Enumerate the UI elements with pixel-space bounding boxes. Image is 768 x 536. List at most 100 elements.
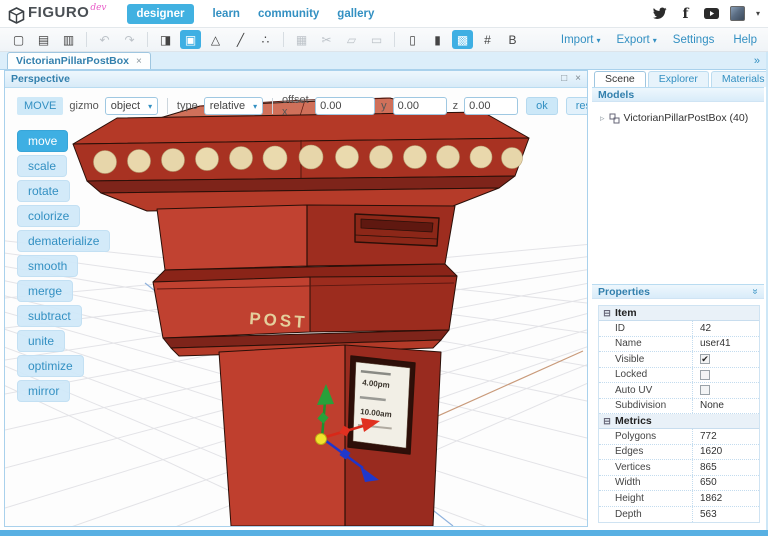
gizmo-select[interactable]: object ▾ xyxy=(105,97,158,115)
chevron-down-icon: ▾ xyxy=(253,102,257,111)
sidebar-collapse-icon[interactable]: » xyxy=(754,55,760,67)
tool-button[interactable]: mirror xyxy=(17,380,70,402)
offset-y-input[interactable] xyxy=(393,97,447,115)
textured-mode-icon[interactable]: ▩ xyxy=(452,30,473,49)
main-toolbar: ▢ ▤ ▥ ↶ ↷ ◨ ▣ △ ╱ ∴ xyxy=(0,27,768,52)
separator[interactable] xyxy=(147,32,148,47)
facebook-icon[interactable]: f xyxy=(678,6,693,21)
solid-mode-icon[interactable]: ▮ xyxy=(427,30,448,49)
new-file-icon[interactable]: ▢ xyxy=(8,30,29,49)
maximize-panel-icon[interactable]: □ xyxy=(561,74,567,84)
property-row: ID42 xyxy=(599,321,759,337)
property-group-header[interactable]: ⊟Item xyxy=(599,306,759,321)
tab-victorianpillarpostbox[interactable]: VictorianPillarPostBox × xyxy=(7,52,151,69)
nav-item[interactable]: designer xyxy=(127,4,195,24)
property-row: Edges1620 xyxy=(599,445,759,461)
tool-button[interactable]: optimize xyxy=(17,355,84,377)
tool-button[interactable]: move xyxy=(17,130,68,152)
property-label: Height xyxy=(599,491,693,506)
offset-y-label: y xyxy=(381,100,387,112)
select-face-icon[interactable]: △ xyxy=(205,30,226,49)
offset-x-input[interactable] xyxy=(315,97,375,115)
paste-icon[interactable]: ▭ xyxy=(366,30,387,49)
property-label: Edges xyxy=(599,445,693,460)
checkbox-unchecked[interactable] xyxy=(700,370,710,380)
twitter-icon[interactable] xyxy=(652,6,667,21)
paint-icon[interactable]: ◨ xyxy=(155,30,176,49)
checkbox-checked[interactable]: ✔ xyxy=(700,354,710,364)
property-value: 563 xyxy=(693,509,759,520)
viewport-canvas[interactable]: POST 4.00pm 10.00am xyxy=(5,88,587,526)
bounds-toggle-icon[interactable]: B xyxy=(502,30,523,49)
collapse-group-icon[interactable]: ⊟ xyxy=(599,416,615,427)
tool-button[interactable]: scale xyxy=(17,155,67,177)
tool-button[interactable]: colorize xyxy=(17,205,80,227)
youtube-icon[interactable] xyxy=(704,6,719,21)
nav-item[interactable]: learn xyxy=(212,8,240,20)
save-copy-icon[interactable]: ▥ xyxy=(58,30,79,49)
separator[interactable] xyxy=(86,32,87,47)
sidebar-tab[interactable]: Explorer xyxy=(648,71,709,87)
nav-item[interactable]: gallery xyxy=(337,8,374,20)
tool-buttons: move scale rotate colorize dematerialize… xyxy=(17,130,110,402)
toolbar-link[interactable]: Import▾ xyxy=(561,34,601,46)
property-label: Depth xyxy=(599,507,693,523)
select-edge-icon[interactable]: ╱ xyxy=(230,30,251,49)
grid-toggle-icon[interactable]: # xyxy=(477,30,498,49)
chevron-down-icon: ▾ xyxy=(148,102,152,111)
tool-button[interactable]: rotate xyxy=(17,180,70,202)
type-select[interactable]: relative ▾ xyxy=(204,97,263,115)
expander-icon[interactable]: ▹ xyxy=(600,113,605,124)
select-object-icon[interactable]: ▣ xyxy=(180,30,201,49)
property-row: Vertices865 xyxy=(599,460,759,476)
select-fill-icon[interactable]: ▦ xyxy=(291,30,312,49)
avatar-caret-icon[interactable]: ▾ xyxy=(756,9,760,18)
collapse-properties-icon[interactable]: » xyxy=(750,289,761,295)
cut-icon[interactable]: ✂ xyxy=(316,30,337,49)
tree-item-postbox[interactable]: ▹ VictorianPillarPostBox (40) xyxy=(600,112,764,124)
tool-button[interactable]: subtract xyxy=(17,305,82,327)
undo-icon[interactable]: ↶ xyxy=(94,30,115,49)
property-label: Width xyxy=(599,476,693,491)
offset-z-input[interactable] xyxy=(464,97,518,115)
nav-item[interactable]: community xyxy=(258,8,319,20)
user-avatar[interactable] xyxy=(730,6,745,21)
toolbar-link[interactable]: Export▾ xyxy=(617,34,657,46)
sidebar-tabs: Scene Explorer Materials xyxy=(592,70,764,87)
save-icon[interactable]: ▤ xyxy=(33,30,54,49)
property-value: user41 xyxy=(693,338,759,349)
checkbox-unchecked[interactable] xyxy=(700,385,710,395)
property-value xyxy=(693,370,759,380)
viewport-header: Perspective □ × xyxy=(5,71,587,88)
models-header: Models xyxy=(592,87,764,102)
logo-text: FIGURO xyxy=(28,4,89,21)
sidebar-tab[interactable]: Scene xyxy=(594,71,646,87)
collapse-group-icon[interactable]: ⊟ xyxy=(599,308,615,319)
close-panel-icon[interactable]: × xyxy=(575,74,581,84)
ok-button[interactable]: ok xyxy=(526,97,558,115)
toolbar-link[interactable]: Settings xyxy=(673,34,718,46)
toolbar-link[interactable]: Help xyxy=(733,34,760,46)
move-toolbar: MOVE gizmo object ▾ type relative ▾ offs… xyxy=(17,96,587,116)
tool-button[interactable]: unite xyxy=(17,330,65,352)
tool-button[interactable]: merge xyxy=(17,280,73,302)
offset-z-label: z xyxy=(453,100,459,112)
gizmo-origin xyxy=(316,434,327,445)
reset-button[interactable]: reset xyxy=(566,97,587,115)
nav-items: designer learn community gallery xyxy=(127,4,375,24)
separator[interactable] xyxy=(283,32,284,47)
separator[interactable] xyxy=(394,32,395,47)
tool-button[interactable]: smooth xyxy=(17,255,78,277)
wireframe-mode-icon[interactable]: ▯ xyxy=(402,30,423,49)
collection-plate: 4.00pm 10.00am xyxy=(348,356,415,454)
tool-button[interactable]: dematerialize xyxy=(17,230,110,252)
copy-icon[interactable]: ▱ xyxy=(341,30,362,49)
tab-close-icon[interactable]: × xyxy=(136,56,142,67)
redo-icon[interactable]: ↷ xyxy=(119,30,140,49)
property-group-header[interactable]: ⊟Metrics xyxy=(599,414,759,429)
select-vertex-icon[interactable]: ∴ xyxy=(255,30,276,49)
sidebar-tab[interactable]: Materials xyxy=(711,71,768,87)
figuro-logo[interactable]: FIGURO dev xyxy=(8,4,107,24)
top-navbar: FIGURO dev designer learn community gall… xyxy=(0,0,768,27)
nav-right: f ▾ xyxy=(652,6,760,21)
